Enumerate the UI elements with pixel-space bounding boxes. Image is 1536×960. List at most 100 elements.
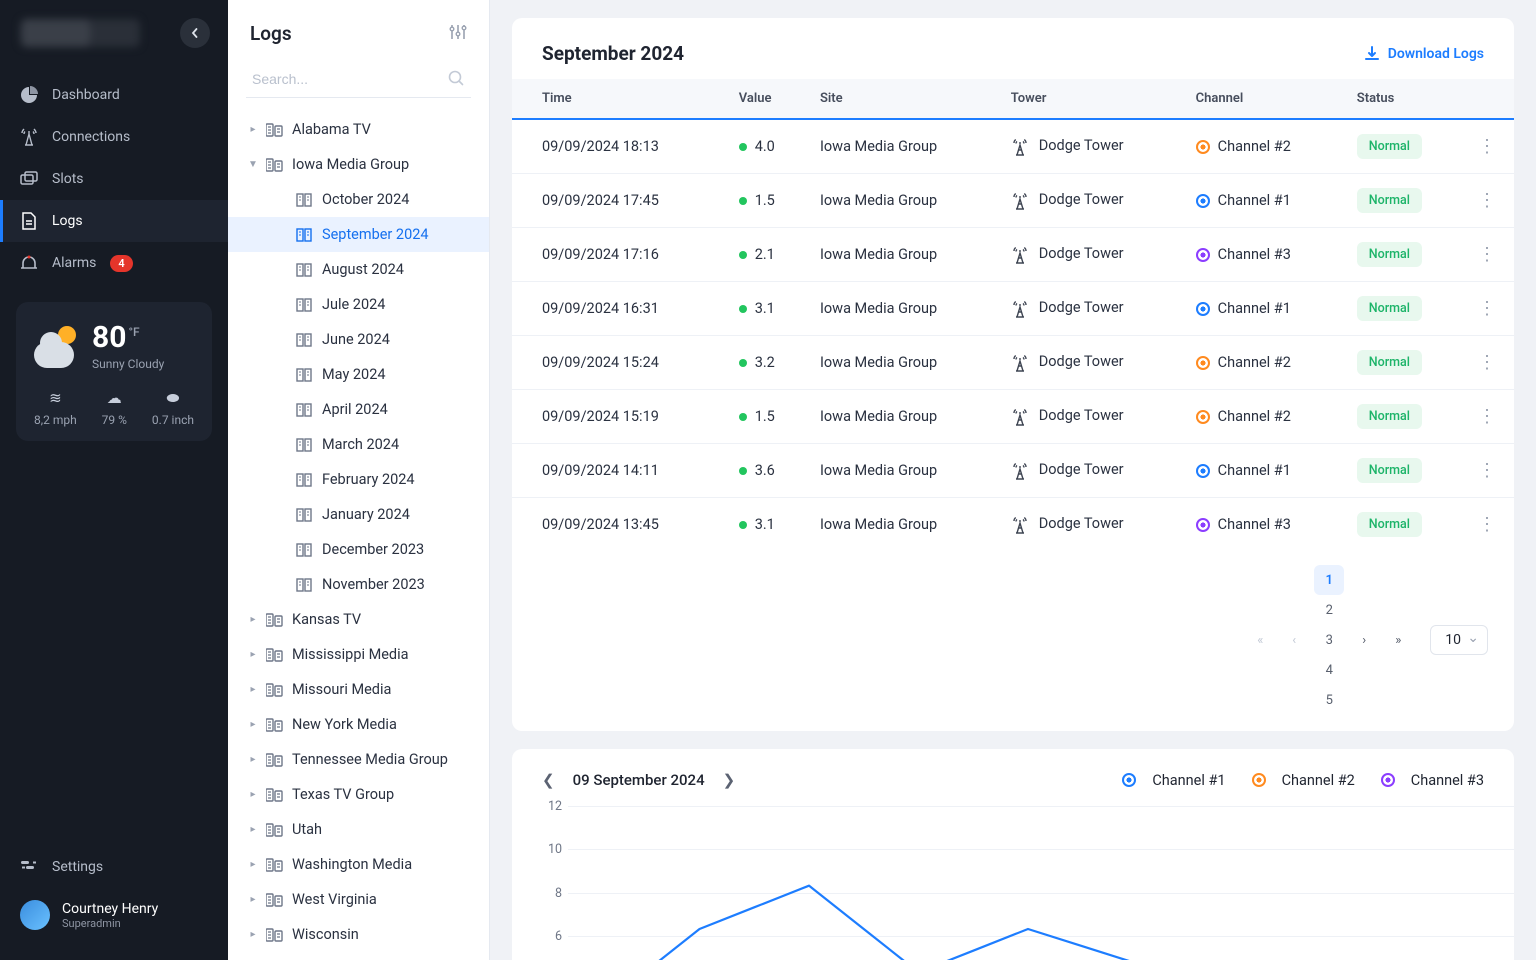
page-number-button[interactable]: 2	[1314, 595, 1344, 625]
page-number-button[interactable]: 3	[1314, 625, 1344, 655]
tree-panel: Logs ▸Alabama TV▼Iowa Media GroupOctober…	[228, 0, 490, 960]
site-icon	[266, 788, 284, 802]
row-menu-button[interactable]: ⋮	[1465, 174, 1514, 228]
line-chart: 02468101203:0004:0005:0006:0007:0008:000…	[542, 793, 1484, 960]
row-menu-button[interactable]: ⋮	[1465, 228, 1514, 282]
site-icon	[266, 893, 284, 907]
download-logs-button[interactable]: Download Logs	[1364, 46, 1484, 62]
tree-node[interactable]: ▸Mississippi Media	[228, 637, 489, 672]
sidebar-item-alarms[interactable]: Alarms4	[0, 242, 228, 284]
tree-node[interactable]: ▸Utah	[228, 812, 489, 847]
tree-node[interactable]: January 2024	[228, 497, 489, 532]
sidebar-item-settings[interactable]: Settings	[0, 846, 228, 888]
tree-node[interactable]: ▸Alabama TV	[228, 112, 489, 147]
y-tick-label: 10	[542, 842, 568, 857]
channel-dot-icon	[1196, 248, 1210, 262]
sidebar-item-connections[interactable]: Connections	[0, 116, 228, 158]
tree-node[interactable]: ▼Iowa Media Group	[228, 147, 489, 182]
row-menu-button[interactable]: ⋮	[1465, 390, 1514, 444]
tree-node[interactable]: ▸New York Media	[228, 707, 489, 742]
chart-prev-day-button[interactable]: ❮	[542, 771, 555, 789]
tree-node[interactable]: March 2024	[228, 427, 489, 462]
table-row: 09/09/2024 14:113.6Iowa Media GroupDodge…	[512, 444, 1514, 498]
user-profile[interactable]: Courtney Henry Superadmin	[0, 888, 228, 942]
tree-node[interactable]: ▸Texas TV Group	[228, 777, 489, 812]
channel-dot-icon	[1196, 410, 1210, 424]
caret-icon: ▸	[248, 929, 258, 940]
tree-node[interactable]: ▸Kansas TV	[228, 602, 489, 637]
tree-node[interactable]: December 2023	[228, 532, 489, 567]
table-row: 09/09/2024 15:243.2Iowa Media GroupDodge…	[512, 336, 1514, 390]
device-icon	[20, 170, 38, 188]
caret-icon: ▸	[248, 824, 258, 835]
row-menu-button[interactable]: ⋮	[1465, 498, 1514, 552]
page-first-button[interactable]: «	[1246, 625, 1274, 655]
logs-table: TimeValueSiteTowerChannelStatus 09/09/20…	[512, 79, 1514, 551]
tree-node[interactable]: Jule 2024	[228, 287, 489, 322]
weather-humidity: 79 %	[102, 413, 127, 427]
tree-node[interactable]: June 2024	[228, 322, 489, 357]
page-number-button[interactable]: 4	[1314, 655, 1344, 685]
column-header[interactable]: Status	[1345, 79, 1466, 119]
row-menu-button[interactable]: ⋮	[1465, 282, 1514, 336]
pagination: « ‹ 12345 › » 10	[512, 551, 1514, 717]
page-number-button[interactable]: 1	[1314, 565, 1344, 595]
tree-node[interactable]: May 2024	[228, 357, 489, 392]
legend-item[interactable]: Channel #1	[1122, 772, 1225, 789]
legend-item[interactable]: Channel #2	[1252, 772, 1355, 789]
sidebar-item-dashboard[interactable]: Dashboard	[0, 74, 228, 116]
tree-node[interactable]: September 2024	[228, 217, 489, 252]
search-input[interactable]	[246, 61, 471, 98]
caret-icon: ▸	[248, 124, 258, 135]
legend-dot-icon	[1122, 773, 1136, 787]
tree-title: Logs	[250, 22, 292, 45]
tree-node[interactable]: February 2024	[228, 462, 489, 497]
row-menu-button[interactable]: ⋮	[1465, 119, 1514, 174]
status-dot-icon	[739, 359, 747, 367]
tree-node[interactable]: ▸Missouri Media	[228, 672, 489, 707]
caret-icon: ▸	[248, 649, 258, 660]
tree-node[interactable]: ▸West Virginia	[228, 882, 489, 917]
tree-node[interactable]: ▸Wisconsin	[228, 917, 489, 952]
page-size-select[interactable]: 10	[1430, 625, 1488, 655]
row-menu-button[interactable]: ⋮	[1465, 336, 1514, 390]
weather-temp: 80	[92, 320, 126, 355]
column-header[interactable]: Value	[727, 79, 808, 119]
tree-node[interactable]: ▸Washington Media	[228, 847, 489, 882]
tree-node[interactable]: October 2024	[228, 182, 489, 217]
column-header[interactable]: Site	[808, 79, 999, 119]
caret-icon: ▸	[248, 614, 258, 625]
sidebar-item-slots[interactable]: Slots	[0, 158, 228, 200]
tree-node[interactable]: November 2023	[228, 567, 489, 602]
sidebar-item-logs[interactable]: Logs	[0, 200, 228, 242]
legend-dot-icon	[1252, 773, 1266, 787]
file-icon	[20, 212, 38, 230]
book-icon	[296, 228, 314, 242]
status-dot-icon	[739, 251, 747, 259]
page-last-button[interactable]: »	[1384, 625, 1412, 655]
page-number-button[interactable]: 5	[1314, 685, 1344, 715]
tree-node[interactable]: ▸Tennessee Media Group	[228, 742, 489, 777]
page-next-button[interactable]: ›	[1350, 625, 1378, 655]
chart-legend: Channel #1 Channel #2 Channel #3	[1122, 772, 1484, 789]
collapse-nav-button[interactable]	[180, 18, 210, 48]
download-icon	[1364, 46, 1380, 62]
book-icon	[296, 473, 314, 487]
column-header[interactable]: Channel	[1184, 79, 1345, 119]
download-label: Download Logs	[1388, 46, 1484, 62]
column-header[interactable]: Tower	[999, 79, 1184, 119]
tree-node[interactable]: August 2024	[228, 252, 489, 287]
status-badge: Normal	[1357, 188, 1422, 213]
column-header[interactable]: Time	[512, 79, 727, 119]
filter-icon[interactable]	[449, 23, 467, 45]
precip-icon: ⬬	[152, 389, 194, 407]
status-dot-icon	[739, 521, 747, 529]
book-icon	[296, 403, 314, 417]
page-prev-button[interactable]: ‹	[1280, 625, 1308, 655]
row-menu-button[interactable]: ⋮	[1465, 444, 1514, 498]
legend-item[interactable]: Channel #3	[1381, 772, 1484, 789]
chart-next-day-button[interactable]: ❯	[723, 771, 736, 789]
tree-node[interactable]: April 2024	[228, 392, 489, 427]
site-icon	[266, 823, 284, 837]
status-dot-icon	[739, 143, 747, 151]
